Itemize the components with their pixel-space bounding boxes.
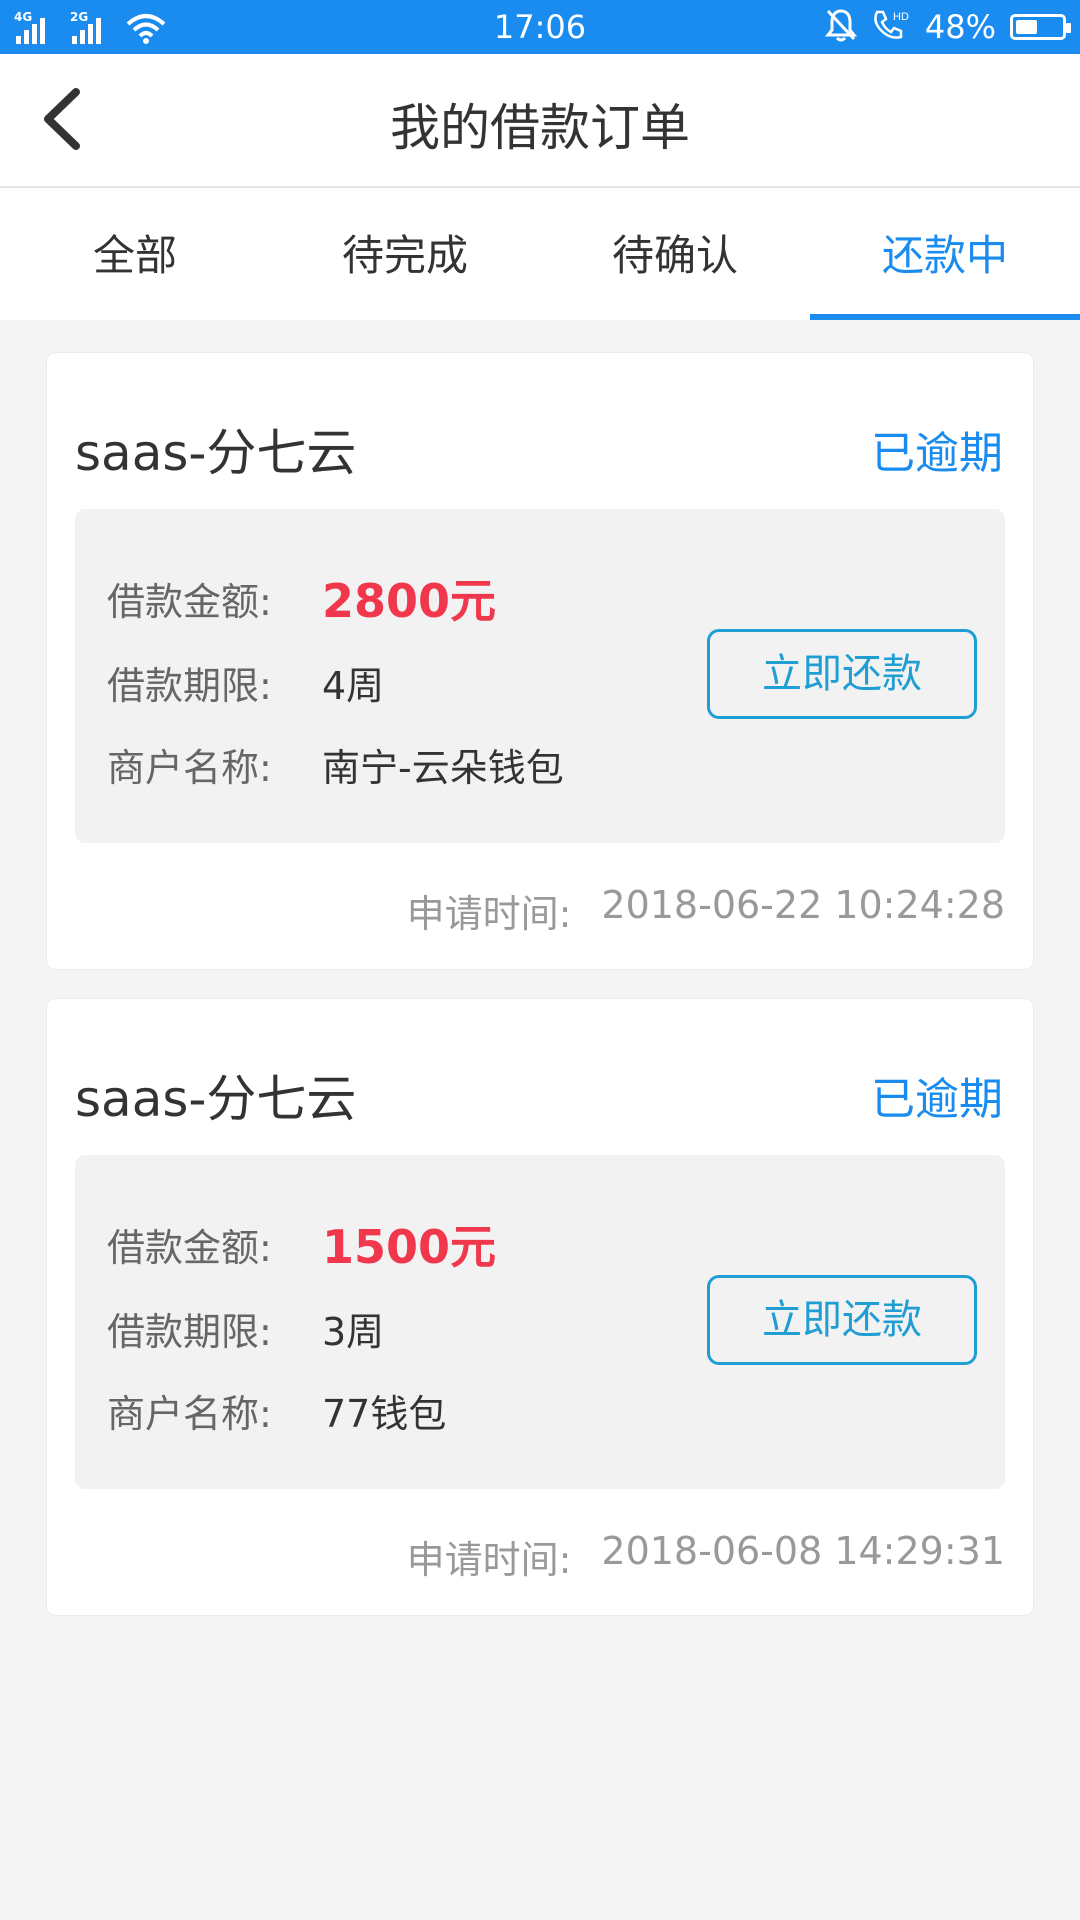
battery-fill [1016,20,1038,34]
tab-pending-completion[interactable]: 待完成 [270,188,540,320]
term-label: 借款期限: [107,664,272,708]
merchant-label: 商户名称: [107,746,272,790]
order-info-box: 借款金额: 1500元 借款期限: 3周 商户名称: 77钱包 立即还款 [75,1155,1005,1489]
hd-call-icon: HD [871,8,911,46]
amount-value: 1500元 [322,1220,497,1274]
merchant-value: 77钱包 [322,1392,447,1436]
order-name: saas-分七云 [75,1070,357,1128]
order-card[interactable]: saas-分七云 已逾期 借款金额: 2800元 借款期限: 4周 商户名称: … [46,352,1034,970]
merchant-row: 商户名称: 南宁-云朵钱包 [107,737,564,792]
status-bar: 4G 2G 17:06 HD 48% [0,0,1080,54]
battery-percent: 48% [924,8,996,46]
svg-text:HD: HD [893,11,909,23]
apply-time-row: 申请时间: 2018-06-22 10:24:28 [407,883,1005,938]
merchant-row: 商户名称: 77钱包 [107,1383,446,1438]
order-info-box: 借款金额: 2800元 借款期限: 4周 商户名称: 南宁-云朵钱包 立即还款 [75,509,1005,843]
apply-time-label: 申请时间: [406,1538,572,1582]
apply-time-row: 申请时间: 2018-06-08 14:29:31 [407,1529,1005,1584]
amount-row: 借款金额: 2800元 [107,565,496,631]
tab-pending-confirmation[interactable]: 待确认 [540,188,810,320]
term-value: 3周 [322,1310,385,1354]
term-value: 4周 [322,664,385,708]
battery-icon [1010,14,1071,40]
status-right: HD 48% [824,8,1071,46]
merchant-label: 商户名称: [107,1392,272,1436]
app-header: 我的借款订单 [0,54,1080,188]
apply-time-label: 申请时间: [406,892,572,936]
order-status: 已逾期 [871,1074,1003,1125]
page-title: 我的借款订单 [390,99,690,157]
order-card[interactable]: saas-分七云 已逾期 借款金额: 1500元 借款期限: 3周 商户名称: … [46,998,1034,1616]
bell-muted-icon [824,8,857,46]
term-label: 借款期限: [107,1310,272,1354]
order-name: saas-分七云 [75,424,357,482]
tab-bar: 全部 待完成 待确认 还款中 [0,188,1080,320]
apply-time-value: 2018-06-22 10:24:28 [601,883,1005,927]
tab-all[interactable]: 全部 [0,188,270,320]
amount-row: 借款金额: 1500元 [107,1211,496,1277]
amount-label: 借款金额: [107,579,272,624]
term-row: 借款期限: 3周 [107,1301,384,1356]
amount-label: 借款金额: [107,1225,272,1270]
tab-repaying[interactable]: 还款中 [810,188,1080,320]
apply-time-value: 2018-06-08 14:29:31 [601,1529,1005,1573]
repay-now-button[interactable]: 立即还款 [707,629,977,719]
term-row: 借款期限: 4周 [107,655,384,710]
repay-now-button[interactable]: 立即还款 [707,1275,977,1365]
merchant-value: 南宁-云朵钱包 [322,746,564,790]
amount-value: 2800元 [322,574,497,628]
order-status: 已逾期 [871,428,1003,479]
